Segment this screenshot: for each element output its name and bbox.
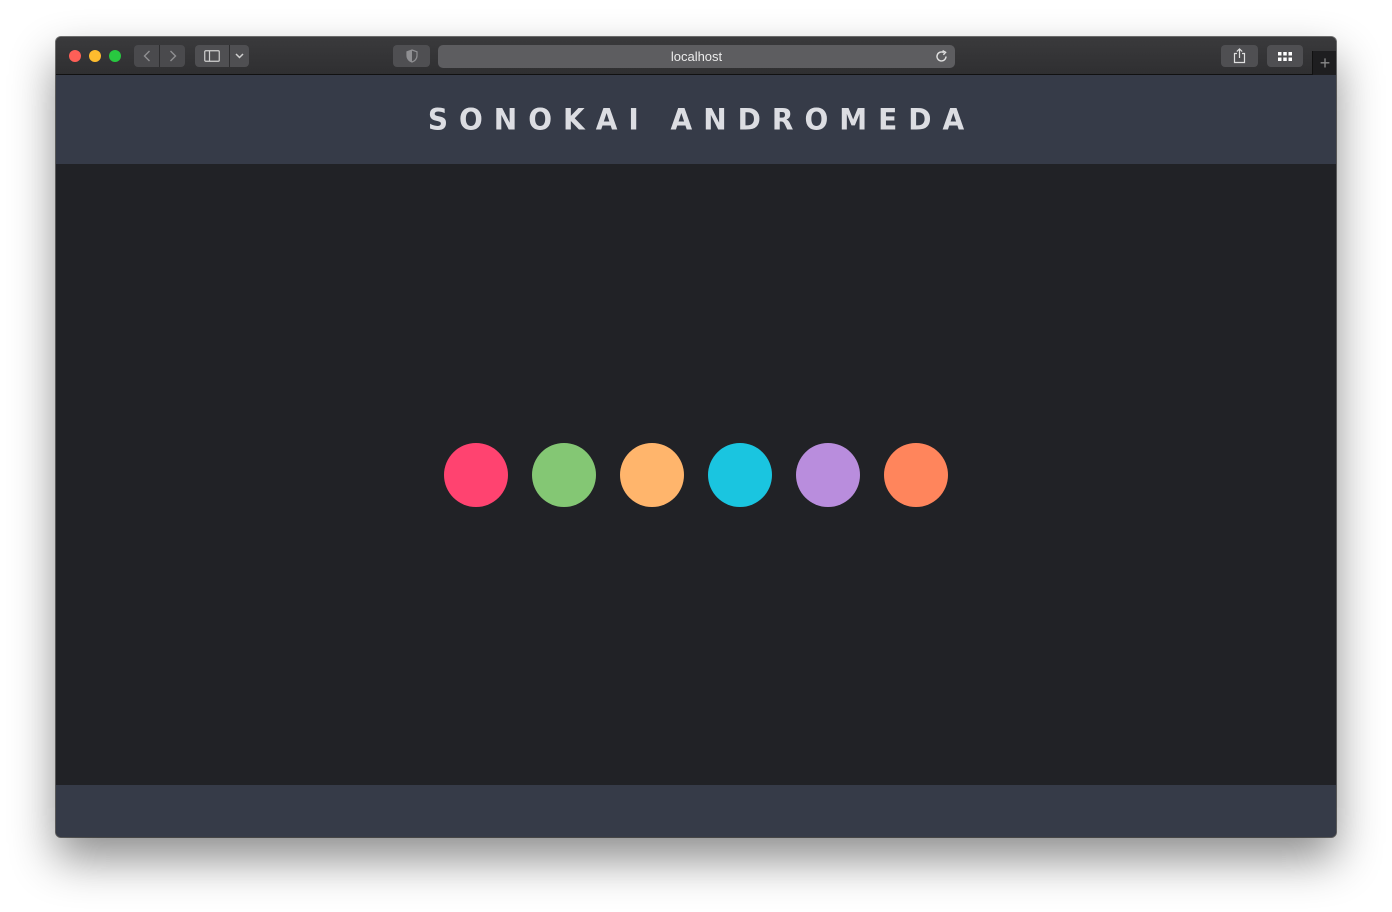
page-title: SONOKAI ANDROMEDA: [427, 102, 976, 137]
page-content: [56, 164, 1336, 785]
color-swatch-red: [444, 443, 508, 507]
color-swatch-yellow: [620, 443, 684, 507]
color-swatch-purple: [796, 443, 860, 507]
navigation-buttons: [134, 45, 185, 67]
new-tab-button[interactable]: +: [1312, 51, 1336, 75]
sidebar-controls: [195, 45, 249, 67]
tab-overview-button[interactable]: [1267, 45, 1303, 67]
back-button[interactable]: [134, 45, 159, 67]
share-button[interactable]: [1221, 45, 1258, 67]
zoom-button[interactable]: [109, 50, 121, 62]
address-bar[interactable]: localhost: [438, 45, 955, 68]
color-swatch-row: [444, 443, 948, 507]
page-header: SONOKAI ANDROMEDA: [56, 75, 1336, 164]
reload-icon[interactable]: [934, 49, 949, 64]
address-text: localhost: [670, 49, 723, 64]
close-button[interactable]: [69, 50, 81, 62]
chevron-right-icon: [169, 50, 176, 62]
tab-overview-icon: [1278, 51, 1292, 61]
forward-button[interactable]: [160, 45, 185, 67]
sidebar-button[interactable]: [195, 45, 229, 67]
shield-icon: [405, 49, 418, 63]
plus-icon: +: [1319, 53, 1331, 73]
browser-toolbar: localhost +: [56, 37, 1336, 75]
sidebar-dropdown-button[interactable]: [230, 45, 249, 67]
color-swatch-green: [532, 443, 596, 507]
chevron-left-icon: [143, 50, 150, 62]
privacy-report-button[interactable]: [393, 45, 430, 67]
chevron-down-icon: [235, 53, 244, 59]
share-icon: [1233, 48, 1246, 64]
sidebar-icon: [204, 50, 220, 62]
browser-window: localhost + SONOKAI ANDROMEDA: [56, 37, 1336, 837]
color-swatch-orange: [884, 443, 948, 507]
minimize-button[interactable]: [89, 50, 101, 62]
color-swatch-cyan: [708, 443, 772, 507]
page-footer: [56, 785, 1336, 837]
